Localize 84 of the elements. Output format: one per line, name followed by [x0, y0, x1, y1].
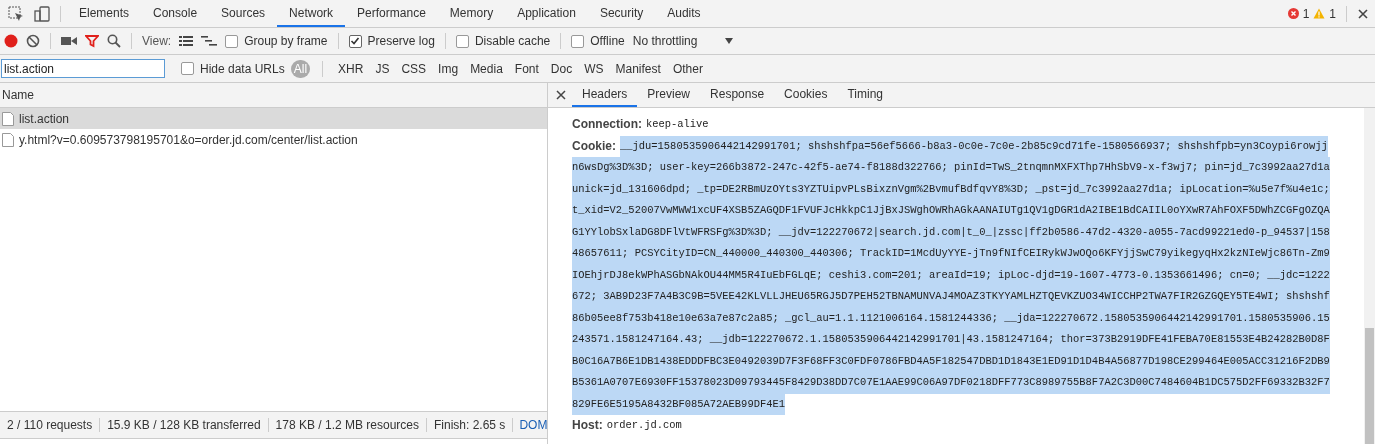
- status-text: 2 / 110 requests: [0, 418, 101, 432]
- dropdown-caret-icon: [725, 38, 734, 44]
- close-icon[interactable]: [1357, 7, 1369, 20]
- status-text[interactable]: DOM: [513, 418, 547, 432]
- status-text: 178 KB / 1.2 MB resources: [268, 418, 427, 432]
- waterfall-icon[interactable]: [201, 35, 218, 47]
- checkbox[interactable]: [225, 34, 239, 48]
- header-value: n6wsDg%3D%3D; user-key=266b3872-247c-42f5-ae74-f8188d322766; pinId=TwS_2tnqmnMXFXThp7HhSbV9-x-f3wj7; pin=jd_7c3992aa27d1a: [572, 157, 1330, 179]
- view-label: View:: [142, 34, 172, 48]
- type-filter-button[interactable]: Img: [435, 59, 462, 78]
- panel-tab[interactable]: Sources: [209, 0, 278, 27]
- detail-tab[interactable]: Cookies: [774, 83, 838, 107]
- column-header[interactable]: Name: [0, 83, 547, 108]
- checkbox-label[interactable]: Group by frame: [244, 34, 328, 48]
- detail-tab[interactable]: Response: [700, 83, 775, 107]
- detail-tab[interactable]: Preview: [637, 83, 701, 107]
- type-filter-button[interactable]: WS: [581, 59, 607, 78]
- checkbox[interactable]: [348, 34, 362, 48]
- header-name: Host:: [572, 418, 603, 432]
- checkbox-label[interactable]: Disable cache: [474, 34, 551, 48]
- header-name: Connection:: [572, 117, 642, 131]
- list-view-icon[interactable]: [179, 35, 194, 47]
- request-name[interactable]: list.action: [19, 111, 70, 126]
- header-value: __jdu=1580535906442142991701; shshshfpa=56ef5666-b8a3-0c0e-7c0e-2b85c9cd71fe-1580566937; shshshfpb=yn3Coypi6rowjj: [620, 135, 1328, 157]
- header-value: 672; 3AB9D23F7A4B3C9B=5VEE42KLVLLJHEU65RGJ5D7PEH52TBNAMUNVAJ4MOAZ3TKYYAMLHZTQEVKZUO34WICCHP2TWA7FIR2GZGQEY5TE4WI; shshshf: [572, 286, 1330, 308]
- type-filter-button[interactable]: XHR: [335, 59, 367, 78]
- type-filter-button[interactable]: JS: [372, 59, 393, 78]
- panel-tab[interactable]: Elements: [67, 0, 142, 27]
- header-value: keep-alive: [646, 117, 709, 132]
- type-filter-button[interactable]: Other: [669, 59, 706, 78]
- filter-icon[interactable]: [85, 34, 99, 48]
- throttling-dropdown[interactable]: No throttling: [632, 34, 734, 48]
- detail-tab[interactable]: Headers: [572, 83, 638, 107]
- request-row[interactable]: list.action: [0, 108, 547, 129]
- status-text: 15.9 KB / 128 KB transferred: [100, 418, 269, 432]
- check-icon: [350, 36, 360, 46]
- header-value: B0C16A7B6E1DB1438EDDDFBC3E0492039D7F3F68FF3C0FDF0786FBD4A5F182547DBD1D1843E1ED91D1D4B4A56877D198CE299464E005ACC31216F2DB9: [572, 350, 1330, 372]
- checkbox[interactable]: [181, 62, 194, 75]
- video-camera-icon[interactable]: [61, 35, 77, 47]
- clear-icon[interactable]: [26, 34, 40, 48]
- type-filter-button[interactable]: Media: [467, 59, 506, 78]
- type-filter-button[interactable]: Font: [511, 59, 542, 78]
- warning-icon: [1313, 8, 1326, 19]
- scrollbar[interactable]: [1364, 108, 1375, 444]
- panel-tab[interactable]: Console: [141, 0, 210, 27]
- panel-tab[interactable]: Application: [505, 0, 588, 27]
- status-text: Finish: 2.65 s: [427, 418, 514, 432]
- checkbox-label[interactable]: Preserve log: [367, 34, 435, 48]
- record-icon[interactable]: [4, 34, 18, 48]
- warning-count: 1: [1329, 6, 1336, 21]
- header-value: IOEhjrDJ8ekWPhASGbNAkOU44MM5R4IuEbFGLqE; ceshi3.com=201; areaId=19; ipLoc-djd=19-1607-4773-0.1353661496; cn=0; __jdc=1222: [572, 264, 1330, 286]
- panel-tab[interactable]: Audits: [655, 0, 713, 27]
- panel-tab[interactable]: Memory: [437, 0, 506, 27]
- error-icon: [1287, 8, 1299, 19]
- request-row[interactable]: y.html?v=0.609573798195701&o=order.jd.com/center/list.action: [0, 129, 547, 150]
- header-value: 829FE6E5195A8432BF085A72AEB99DF4E1: [572, 393, 785, 415]
- type-filter-button[interactable]: CSS: [398, 59, 430, 78]
- panel-tab[interactable]: Security: [587, 0, 656, 27]
- header-value: G1YYlobSxlaDG8DFlVtWFRSFg%3D%3D; __jdv=122270672|search.jd.com|t_0_|zssc|ff2b0586-47d2-4320-a055-7acd99221ed0-p_94537|158: [572, 221, 1330, 243]
- close-icon[interactable]: [556, 90, 566, 100]
- inspect-cursor-icon[interactable]: [8, 5, 24, 22]
- type-filter-button[interactable]: Doc: [547, 59, 576, 78]
- header-value: B5361A0707E6930FF15378023D09793445F8429D38DD7C07E1AAE99C06A97DF0218DFF773C8989755B8F7A2C3D00C7484604B1DC575D2FF69332B32F7: [572, 372, 1330, 394]
- type-filter-button[interactable]: Manifest: [612, 59, 664, 78]
- document-icon: [2, 111, 14, 126]
- checkbox-label[interactable]: Hide data URLs: [200, 61, 285, 76]
- panel-tab[interactable]: Performance: [345, 0, 438, 27]
- checkbox[interactable]: [455, 34, 469, 48]
- header-value: order.jd.com: [606, 418, 682, 433]
- filter-field[interactable]: list.action: [1, 59, 165, 78]
- header-value: unick=jd_131606dpd; _tp=DE2RBmUzOYts3YZTUipvPLsBixznVgm%2BvmufBdfqvY8%3D; _pst=jd_7c3992aa27d1a; ipLocation=%u5e7f%u4e1c;: [572, 178, 1330, 200]
- search-icon[interactable]: [107, 34, 121, 48]
- detail-tab[interactable]: Timing: [837, 83, 893, 107]
- header-value: t_xid=V2_52007VwMWW1xcUF4XSB5ZAGQDF1FVUFJcHkkpC1JjBxJSWghOWRhAGkAANAIUTg1QV1gDGR1dA2IBE1BdCAIIL0oYXwR7AhFOXF5DWhZCGFgOZQA: [572, 200, 1330, 222]
- device-icon[interactable]: [34, 5, 50, 22]
- header-name: Cookie:: [572, 138, 616, 153]
- header-value: 86b05ee8f753b418e10e63a7e87c2a85; _gcl_au=1.1.1121006164.1581244336; __jda=122270672.1580535906442142991701.1580535906.15: [572, 307, 1330, 329]
- error-count: 1: [1302, 6, 1310, 21]
- header-value: 243571.1581247164.43; __jdb=122270672.1.1580535906442142991701|43.1581247164; thor=373B2919DFE41FEBA70E81553E4B24282B0D8F: [572, 329, 1330, 351]
- header-value: 48657611; PCSYCityID=CN_440000_440300_440306; TrackID=1McdUyYYE-jTn9fNIfCEIRykWJwOQo6KFYjjSwC79yikegyqHx2kzNIeWjc86Tn-Zm9: [572, 243, 1330, 265]
- checkbox[interactable]: [571, 34, 585, 48]
- document-icon: [2, 132, 14, 147]
- checkbox-label[interactable]: Offline: [590, 34, 625, 48]
- request-name[interactable]: y.html?v=0.609573798195701&o=order.jd.com/center/list.action: [19, 132, 358, 147]
